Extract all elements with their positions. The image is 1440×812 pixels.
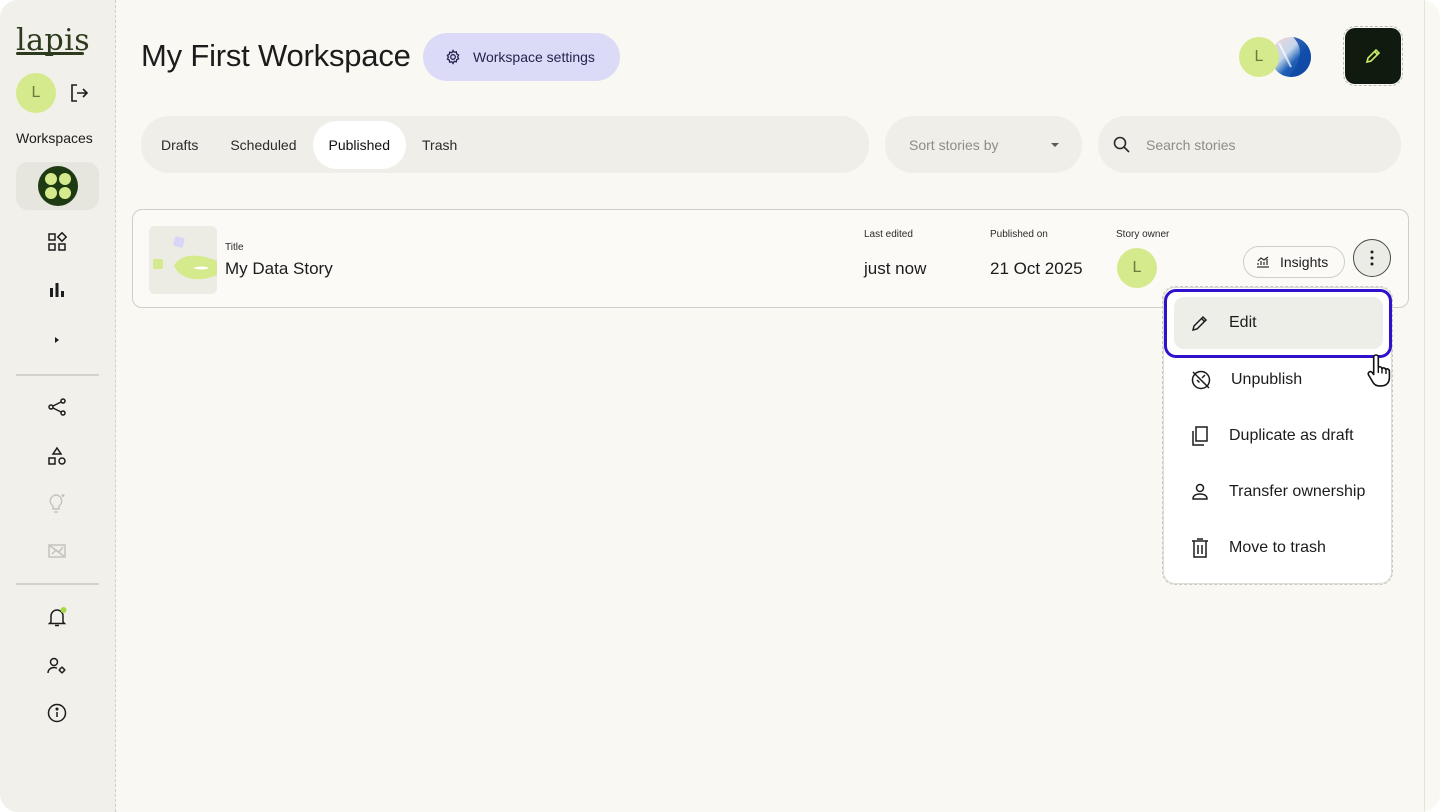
menu-item-label: Duplicate as draft (1229, 427, 1354, 444)
chart-card-icon (46, 540, 68, 562)
story-owner-label: Story owner (1116, 229, 1170, 240)
hand-cursor-icon (1366, 352, 1398, 388)
lightbulb-icon (46, 492, 68, 514)
menu-item-label: Move to trash (1229, 539, 1326, 556)
menu-item-transfer-ownership[interactable]: Transfer ownership (1174, 466, 1383, 518)
duplicate-icon (1192, 426, 1208, 446)
chevron-down-icon (1051, 142, 1059, 147)
menu-item-unpublish[interactable]: Unpublish (1174, 354, 1383, 406)
page-title: My First Workspace (141, 38, 411, 73)
last-edited-label: Last edited (864, 229, 913, 240)
logout-icon[interactable] (68, 82, 90, 104)
story-context-menu: Edit Unpublish Duplicate as draft Transf… (1162, 286, 1393, 585)
last-edited-value: just now (864, 259, 927, 278)
workspace-tile[interactable] (16, 162, 99, 210)
tab-drafts[interactable]: Drafts (145, 121, 214, 169)
app-frame: lapis L Workspaces My First Workspace Wo… (0, 0, 1440, 812)
pencil-icon (1365, 48, 1381, 64)
story-thumbnail-image (153, 236, 217, 280)
bell-icon[interactable] (46, 606, 68, 628)
workspace-logo-icon (37, 166, 78, 206)
scrollbar-track (1424, 0, 1425, 812)
pencil-icon (1191, 315, 1208, 332)
menu-item-move-to-trash[interactable]: Move to trash (1174, 522, 1383, 574)
published-on-label: Published on (990, 229, 1048, 240)
member-avatar[interactable]: L (1239, 37, 1279, 77)
logo-underline (16, 52, 84, 55)
workspaces-label: Workspaces (16, 130, 93, 146)
sidebar-divider (16, 374, 99, 376)
published-on-value: 21 Oct 2025 (990, 259, 1083, 278)
tab-trash[interactable]: Trash (406, 121, 473, 169)
tab-scheduled[interactable]: Scheduled (214, 121, 312, 169)
story-status-tabs: Drafts Scheduled Published Trash (141, 116, 869, 173)
story-title[interactable]: My Data Story (225, 259, 333, 279)
info-icon[interactable] (46, 702, 68, 724)
more-options-button[interactable] (1353, 239, 1391, 277)
story-thumbnail (149, 226, 217, 294)
menu-item-label: Unpublish (1231, 371, 1303, 388)
share-icon[interactable] (46, 396, 68, 418)
insights-button[interactable]: Insights (1243, 246, 1345, 278)
menu-item-duplicate[interactable]: Duplicate as draft (1174, 410, 1383, 462)
tab-published[interactable]: Published (312, 120, 407, 169)
story-owner-avatar[interactable]: L (1117, 248, 1157, 288)
unpublish-icon (1191, 370, 1211, 390)
insights-chart-icon (1257, 256, 1269, 268)
sidebar-divider (16, 583, 99, 585)
new-story-button[interactable] (1343, 26, 1403, 86)
kebab-icon (1370, 250, 1374, 266)
menu-item-label: Transfer ownership (1229, 483, 1366, 500)
dashboard-grid-icon[interactable] (46, 231, 68, 253)
trash-icon (1192, 538, 1208, 558)
workspace-settings-label: Workspace settings (473, 49, 595, 65)
workspace-settings-button[interactable]: Workspace settings (423, 33, 620, 81)
search-input[interactable] (1146, 136, 1366, 153)
sidebar: lapis L Workspaces (0, 0, 116, 812)
sort-dropdown[interactable]: Sort stories by (885, 116, 1082, 173)
search-icon (1113, 136, 1130, 153)
menu-item-edit[interactable]: Edit (1174, 297, 1383, 349)
search-box[interactable] (1098, 116, 1401, 173)
title-column-label: Title (225, 242, 244, 253)
caret-right-icon[interactable] (46, 329, 68, 351)
user-avatar[interactable]: L (16, 73, 56, 113)
menu-item-label: Edit (1229, 314, 1257, 331)
bar-chart-icon[interactable] (46, 279, 68, 301)
shapes-icon[interactable] (46, 445, 68, 467)
user-settings-icon[interactable] (46, 655, 68, 677)
sort-placeholder: Sort stories by (909, 136, 999, 153)
insights-label: Insights (1280, 254, 1329, 270)
person-icon (1192, 483, 1208, 500)
gear-icon (446, 49, 460, 65)
